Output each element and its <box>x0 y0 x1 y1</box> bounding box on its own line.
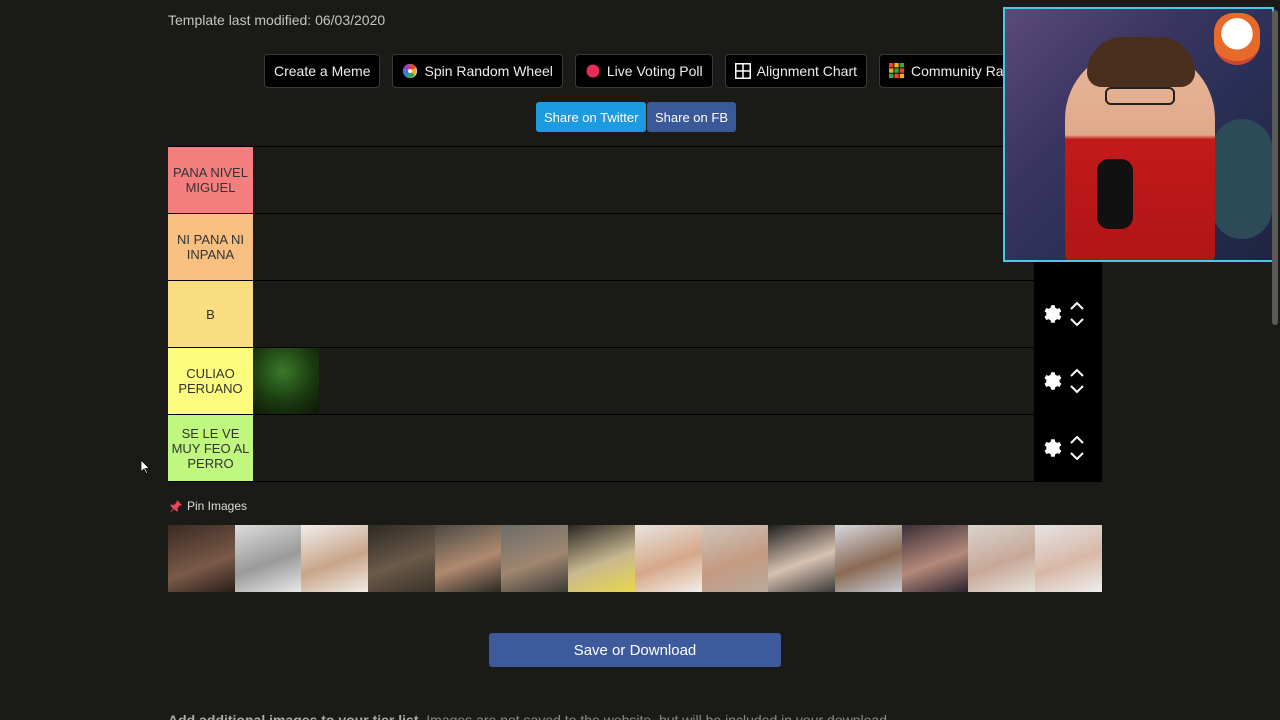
tier-drop-zone[interactable] <box>253 147 1034 213</box>
spin-random-wheel-button[interactable]: Spin Random Wheel <box>392 54 563 88</box>
add-images-hint-bold: Add additional images to your tier list. <box>168 712 423 720</box>
pool-image[interactable] <box>434 525 502 592</box>
tier-row: PANA NIVEL MIGUEL <box>168 147 1102 214</box>
pool-image[interactable] <box>301 525 369 592</box>
pool-image[interactable] <box>568 525 635 592</box>
tier-row: NI PANA NI INPANA <box>168 214 1102 281</box>
streamer-webcam-overlay <box>1003 7 1274 262</box>
microphone-icon <box>1097 159 1133 229</box>
chevron-up-icon[interactable] <box>1070 435 1084 445</box>
pool-image[interactable] <box>901 525 969 592</box>
gear-icon[interactable] <box>1040 303 1062 325</box>
pool-image[interactable] <box>834 525 902 592</box>
gear-icon[interactable] <box>1040 437 1062 459</box>
tier-label[interactable]: CULIAO PERUANO <box>168 348 253 414</box>
pool-image[interactable] <box>234 525 302 592</box>
pool-image[interactable] <box>1034 525 1102 592</box>
create-meme-label: Create a Meme <box>274 63 371 79</box>
tier-controls <box>1034 348 1102 414</box>
tier-row: B <box>168 281 1102 348</box>
tier-label[interactable]: NI PANA NI INPANA <box>168 214 253 280</box>
pool-image[interactable] <box>168 525 235 592</box>
pin-images-label: Pin Images <box>187 499 248 513</box>
chevron-down-icon[interactable] <box>1070 317 1084 327</box>
color-grid-icon <box>889 63 905 79</box>
alignment-chart-label: Alignment Chart <box>756 63 858 79</box>
tier-row: CULIAO PERUANO <box>168 348 1102 415</box>
live-voting-poll-label: Live Voting Poll <box>606 63 703 79</box>
tier-drop-zone[interactable] <box>253 415 1034 481</box>
tier-controls <box>1034 281 1102 347</box>
live-voting-poll-button[interactable]: Live Voting Poll <box>574 54 713 88</box>
tier-label[interactable]: PANA NIVEL MIGUEL <box>168 147 253 213</box>
pool-image[interactable] <box>368 525 435 592</box>
wheel-icon <box>403 63 418 78</box>
pool-image[interactable] <box>701 525 769 592</box>
mouse-cursor-icon <box>141 460 151 474</box>
tier-drop-zone[interactable] <box>253 281 1034 347</box>
chevron-down-icon[interactable] <box>1070 451 1084 461</box>
grid-icon <box>734 63 751 79</box>
mask-logo-icon <box>1214 13 1260 65</box>
tier-label[interactable]: B <box>168 281 253 347</box>
webcam-glasses <box>1105 87 1175 105</box>
webcam-plush <box>1212 119 1272 239</box>
pool-image[interactable] <box>768 525 835 592</box>
share-twitter-button[interactable]: Share on Twitter <box>536 102 647 132</box>
create-meme-button[interactable]: Create a Meme <box>264 54 381 88</box>
chevron-down-icon[interactable] <box>1070 384 1084 394</box>
chevron-up-icon[interactable] <box>1070 301 1084 311</box>
tier-drop-zone[interactable] <box>253 348 1034 414</box>
add-images-hint-rest: Images are not saved to the website, but… <box>422 712 891 720</box>
webcam-hair <box>1087 37 1195 87</box>
tier-item-image[interactable] <box>253 348 319 414</box>
tier-controls <box>1034 415 1102 481</box>
tier-drop-zone[interactable] <box>253 214 1034 280</box>
pool-image[interactable] <box>968 525 1035 592</box>
add-images-hint: Add additional images to your tier list.… <box>168 712 891 720</box>
pool-image[interactable] <box>634 525 702 592</box>
alignment-chart-button[interactable]: Alignment Chart <box>724 54 868 88</box>
image-pool <box>168 525 1102 592</box>
pool-image[interactable] <box>501 525 569 592</box>
save-or-download-button[interactable]: Save or Download <box>489 633 781 667</box>
chevron-up-icon[interactable] <box>1070 368 1084 378</box>
tier-label[interactable]: SE LE VE MUY FEO AL PERRO <box>168 415 253 481</box>
red-dot-icon <box>586 64 600 78</box>
spin-random-wheel-label: Spin Random Wheel <box>424 63 553 79</box>
share-facebook-button[interactable]: Share on FB <box>647 102 736 132</box>
pin-images-toggle[interactable]: Pin Images <box>170 499 247 513</box>
tier-row: SE LE VE MUY FEO AL PERRO <box>168 415 1102 482</box>
template-modified-date: Template last modified: 06/03/2020 <box>168 12 386 28</box>
gear-icon[interactable] <box>1040 370 1062 392</box>
page-scrollbar[interactable] <box>1272 10 1278 325</box>
toolbar: Create a Meme Spin Random Wheel Live Vot… <box>264 54 1029 88</box>
pushpin-icon <box>170 500 182 512</box>
tier-list: PANA NIVEL MIGUEL NI PANA NI INPANA B CU… <box>168 146 1102 482</box>
